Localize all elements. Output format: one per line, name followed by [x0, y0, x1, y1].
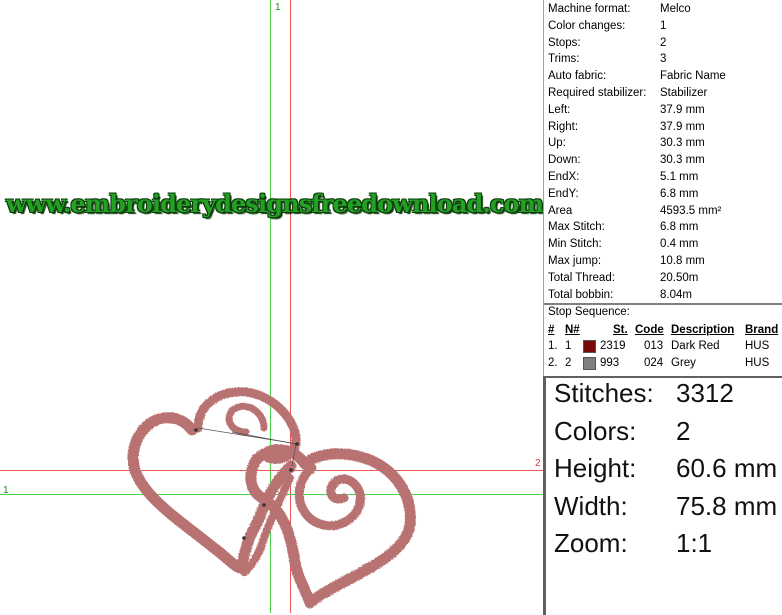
property-value: Stabilizer: [660, 87, 708, 99]
stop-description: Dark Red: [671, 340, 720, 352]
guide-label-right: 2: [535, 458, 541, 469]
stop-sequence-title: Stop Sequence:: [548, 306, 630, 318]
stop-stitches: 993: [600, 357, 620, 369]
summary-value: 3312: [676, 378, 734, 408]
guide-label-left: 1: [3, 485, 9, 496]
property-value: 4593.5 mm²: [660, 204, 722, 217]
color-swatch: [583, 357, 596, 370]
summary-label: Height:: [554, 453, 637, 483]
color-swatch: [583, 340, 596, 353]
property-value: 3: [660, 53, 667, 66]
property-label: EndX:: [548, 171, 580, 183]
col-header-description: Description: [671, 324, 735, 336]
summary-label: Zoom:: [554, 528, 628, 558]
stop-code: 013: [644, 340, 664, 352]
design-svg: [0, 0, 543, 613]
property-value: 6.8 mm: [660, 187, 699, 200]
property-value: 5.1 mm: [660, 171, 699, 183]
property-label: Max jump:: [548, 255, 602, 267]
summary-value: 75.8 mm: [676, 490, 778, 521]
property-label: Down:: [548, 154, 581, 167]
property-label: Max Stitch:: [548, 221, 605, 234]
summary-label: Width:: [554, 490, 628, 521]
summary-panel: Stitches: 3312 Colors: 2 Height: 60.6 mm Width…: [543, 376, 782, 615]
property-value: 20.50m: [660, 271, 699, 284]
summary-label: Stitches:: [554, 378, 654, 408]
summary-label: Colors:: [554, 415, 637, 446]
property-label: Area: [548, 204, 573, 217]
right-spiral: [294, 463, 365, 531]
property-value: Melco: [660, 3, 691, 15]
col-header-brand: Brand: [745, 324, 779, 336]
summary-value: 1:1: [676, 528, 713, 558]
guide-label-top: 1: [275, 2, 281, 13]
left-spiral-inner: [225, 403, 268, 436]
col-header-stitches: St.: [613, 324, 628, 336]
summary-value: 60.6 mm: [676, 453, 778, 483]
stop-code: 024: [644, 357, 664, 369]
property-value: 8.04m: [660, 288, 692, 301]
property-value: 0.4 mm: [660, 238, 699, 251]
property-label: Machine format:: [548, 3, 631, 15]
heart-embroidery[interactable]: [127, 387, 416, 609]
stop-brand: HUS: [745, 340, 770, 352]
col-header-code: Code: [635, 324, 664, 336]
watermark-text: www.embroiderydesignsfreedownload.com: [6, 189, 543, 218]
design-canvas[interactable]: 1 1 2 www.embroiderydesignsfreedownload.…: [0, 0, 543, 613]
property-label: Min Stitch:: [548, 238, 602, 251]
property-label: Required stabilizer:: [548, 87, 647, 99]
property-value: 37.9 mm: [660, 120, 705, 133]
property-label: Right:: [548, 120, 579, 133]
summary-value: 2: [676, 415, 691, 446]
property-label: Up:: [548, 137, 566, 150]
stop-index: 1.: [548, 340, 558, 352]
stop-brand: HUS: [745, 357, 770, 369]
stop-n: 1: [565, 340, 572, 352]
property-label: Auto fabric:: [548, 70, 607, 83]
property-label: Trims:: [548, 53, 580, 66]
col-header-n: N#: [565, 324, 580, 336]
property-label: Left:: [548, 103, 571, 116]
col-header-index: #: [548, 324, 555, 336]
property-value: 30.3 mm: [660, 137, 705, 150]
stop-n: 2: [565, 357, 572, 369]
property-value: Fabric Name: [660, 70, 726, 83]
property-value: 37.9 mm: [660, 103, 705, 116]
property-label: Color changes:: [548, 19, 626, 32]
stop-stitches: 2319: [600, 340, 626, 352]
left-heart-outline: [127, 412, 297, 574]
property-label: Total Thread:: [548, 271, 615, 284]
property-value: 10.8 mm: [660, 255, 705, 267]
property-label: EndY:: [548, 187, 579, 200]
stop-description: Grey: [671, 357, 696, 369]
property-value: 2: [660, 36, 667, 49]
property-label: Stops:: [548, 36, 581, 49]
property-value: 30.3 mm: [660, 154, 705, 167]
property-value: 6.8 mm: [660, 221, 699, 234]
property-label: Total bobbin:: [548, 288, 614, 301]
stop-index: 2.: [548, 357, 558, 369]
property-value: 1: [660, 19, 667, 32]
